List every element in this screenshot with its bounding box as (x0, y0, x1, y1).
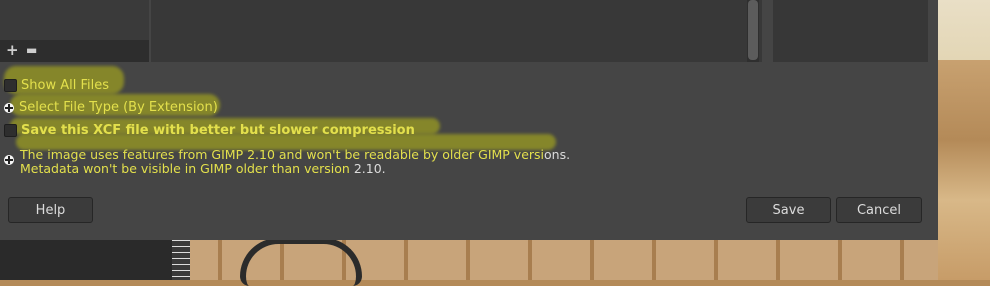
places-toolbar (0, 40, 149, 62)
compression-checkbox[interactable] (4, 124, 17, 137)
select-file-type-label[interactable]: Select File Type (By Extension) (19, 100, 218, 115)
notice-line1-a: The image uses features from GIMP 2.10 a… (20, 147, 545, 162)
plus-icon[interactable]: + (6, 42, 19, 58)
vertical-ruler (172, 240, 190, 280)
notice-line1-b: ons. (544, 147, 571, 162)
glasses-image (240, 238, 362, 286)
scrollbar-thumb[interactable] (748, 0, 758, 60)
places-panel: + ▬ (0, 0, 149, 62)
compatibility-notice: The image uses features from GIMP 2.10 a… (20, 148, 570, 176)
save-button[interactable]: Save (746, 197, 831, 223)
show-all-files-option[interactable]: Show All Files (0, 78, 109, 93)
cancel-button[interactable]: Cancel (836, 197, 922, 223)
desktop-background-right (938, 0, 990, 280)
notice-line2-b: 2.10. (353, 161, 386, 176)
file-list-scrollbar[interactable] (747, 0, 759, 62)
save-image-dialog: + ▬ Show All Files Select File Type (By … (0, 0, 938, 240)
file-list[interactable] (151, 0, 762, 62)
notice-line2-a: Metadata won't be visible in GIMP older … (20, 161, 354, 176)
preview-panel (773, 0, 928, 62)
show-all-files-checkbox[interactable] (4, 79, 17, 92)
select-file-type-expander[interactable]: Select File Type (By Extension) (0, 100, 218, 115)
compression-label[interactable]: Save this XCF file with better but slowe… (21, 123, 415, 138)
show-all-files-label[interactable]: Show All Files (21, 78, 109, 93)
minus-icon[interactable]: ▬ (26, 42, 37, 58)
help-button[interactable]: Help (8, 197, 93, 223)
compression-option[interactable]: Save this XCF file with better but slowe… (0, 123, 415, 138)
notice-expander-icon[interactable] (4, 155, 14, 165)
expander-plus-icon[interactable] (4, 102, 14, 113)
